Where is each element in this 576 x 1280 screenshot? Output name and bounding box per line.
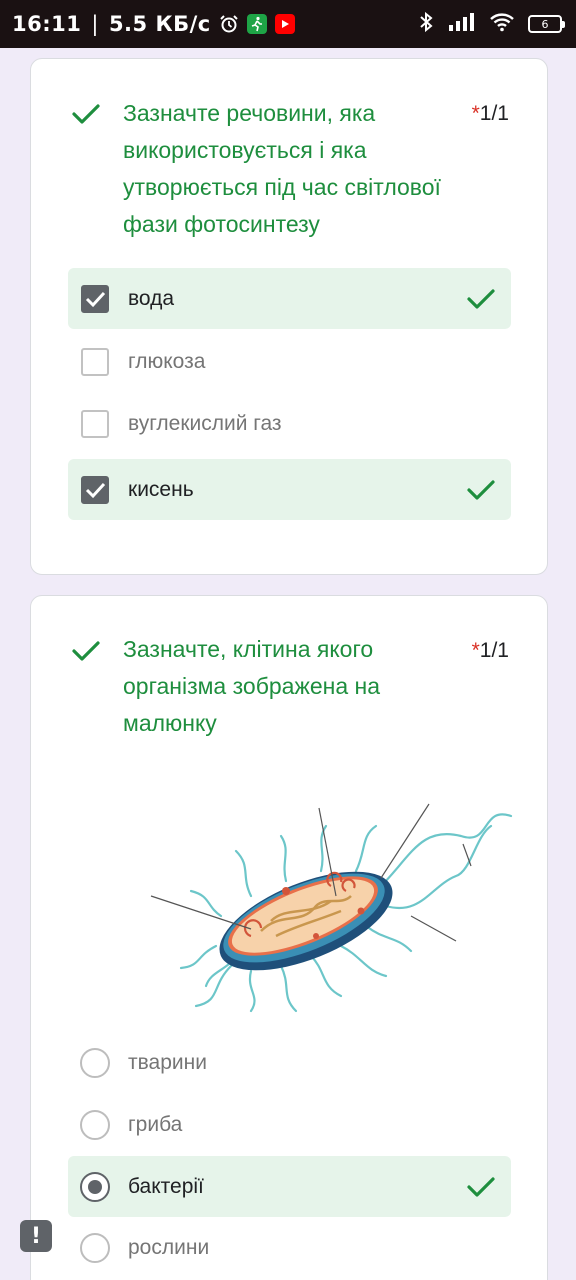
checkbox-checked[interactable] — [81, 475, 109, 504]
checkmark-icon — [85, 482, 106, 498]
correct-check-icon — [72, 641, 100, 661]
walk-icon — [246, 14, 267, 34]
question-score: *1/1 — [472, 639, 509, 663]
wifi-icon — [490, 12, 514, 36]
status-bar: 16:11 | 5.5 КБ/с 6 — [0, 0, 576, 48]
youtube-icon — [274, 14, 295, 34]
option-label: гриба — [128, 1112, 183, 1136]
radio-checked[interactable] — [80, 1171, 110, 1202]
option-glyukoza[interactable]: глюкоза — [68, 331, 511, 392]
required-mark: * — [471, 639, 480, 662]
correct-check-icon — [72, 104, 100, 124]
option-tvaryny[interactable]: тварини — [68, 1032, 511, 1093]
checkbox-unchecked[interactable] — [81, 347, 109, 376]
question-card-2: Зазначте, клітина якого організма зображ… — [30, 595, 548, 1280]
status-right: 6 — [418, 11, 565, 37]
required-mark: * — [471, 102, 480, 125]
score-value: 1/1 — [479, 102, 509, 125]
checkbox-unchecked[interactable] — [81, 409, 109, 438]
option-label: вуглекислий газ — [128, 411, 282, 435]
bluetooth-icon — [418, 11, 434, 37]
radio-unchecked[interactable] — [80, 1047, 110, 1078]
bacteria-cell-image — [150, 803, 513, 1013]
option-kysen[interactable]: кисень — [68, 459, 511, 520]
network-speed: 5.5 КБ/с — [108, 12, 211, 36]
option-label: бактерії — [128, 1174, 204, 1198]
option-label: кисень — [128, 477, 194, 501]
correct-check-icon — [467, 1176, 495, 1197]
question-title: Зазначте речовини, яка використовується … — [123, 100, 441, 237]
correct-check-icon — [467, 288, 495, 309]
checkbox-checked[interactable] — [81, 284, 109, 313]
question-score: *1/1 — [472, 102, 509, 126]
score-value: 1/1 — [479, 639, 509, 662]
option-roslyny[interactable]: рослини — [68, 1217, 511, 1278]
question-card-1: Зазначте речовини, яка використовується … — [30, 58, 548, 575]
report-icon[interactable]: ! — [20, 1220, 52, 1252]
status-time: 16:11 — [12, 12, 82, 36]
radio-unchecked[interactable] — [80, 1232, 110, 1263]
option-voda[interactable]: вода — [68, 268, 511, 329]
alarm-icon — [219, 14, 239, 34]
status-separator: | — [91, 12, 99, 36]
question-title: Зазначте, клітина якого організма зображ… — [123, 636, 380, 736]
radio-unchecked[interactable] — [80, 1109, 110, 1140]
option-label: вода — [128, 286, 175, 310]
option-label: рослини — [128, 1235, 210, 1259]
option-bakterii[interactable]: бактерії — [68, 1156, 511, 1217]
status-left: 16:11 | 5.5 КБ/с — [12, 12, 295, 36]
battery-icon: 6 — [528, 15, 565, 33]
checkmark-icon — [85, 291, 106, 307]
option-hryba[interactable]: гриба — [68, 1094, 511, 1155]
correct-check-icon — [467, 479, 495, 500]
option-vuhlekyslyi-haz[interactable]: вуглекислий газ — [68, 393, 511, 454]
signal-icon — [448, 12, 476, 36]
option-label: тварини — [128, 1050, 207, 1074]
option-label: глюкоза — [128, 349, 206, 373]
